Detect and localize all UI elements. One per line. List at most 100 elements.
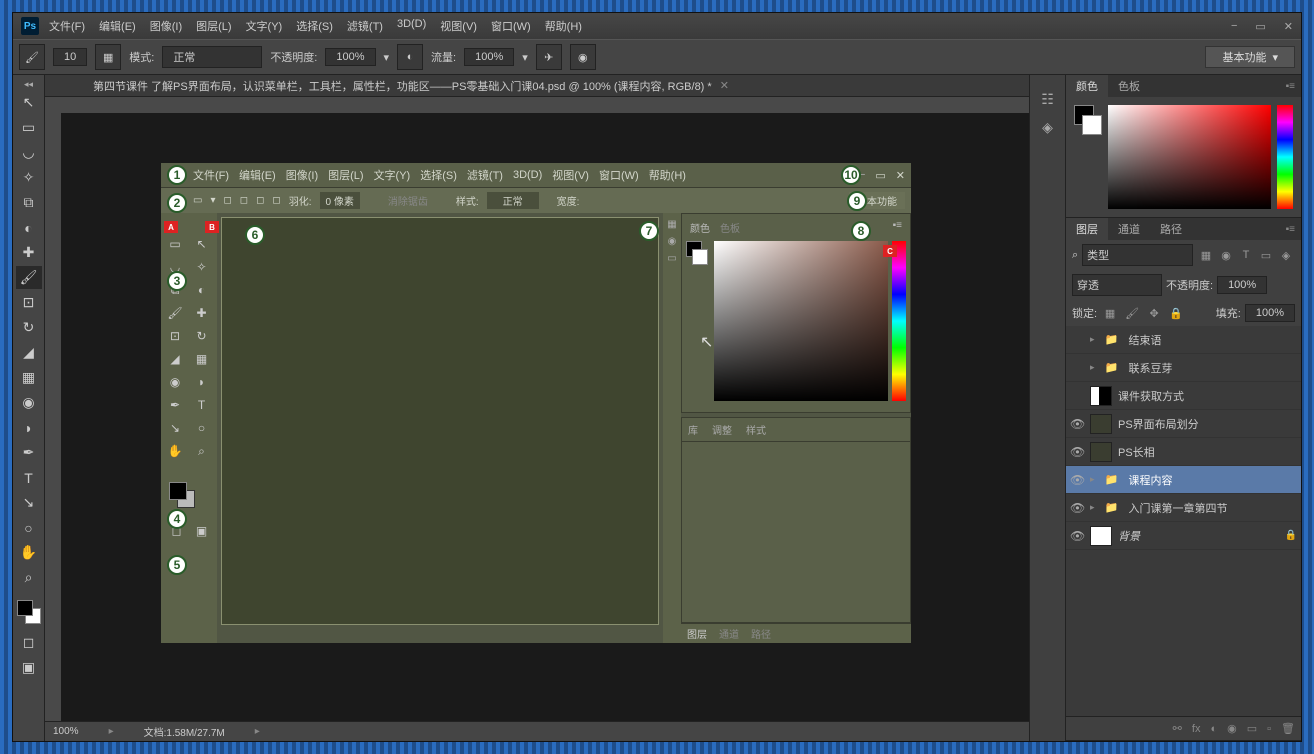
swatches-tab[interactable]: 色板 (1108, 75, 1150, 97)
type-tool[interactable]: T (16, 466, 42, 489)
brush-tool[interactable]: 🖌 (16, 266, 42, 289)
dodge-tool[interactable]: ◗ (16, 416, 42, 439)
menu-layer[interactable]: 图层(L) (196, 18, 231, 34)
tab-close-icon[interactable]: ✕ (720, 79, 729, 92)
quick-mask-icon[interactable]: ◻ (16, 631, 42, 654)
healing-tool[interactable]: ✚ (16, 241, 42, 264)
channels-tab[interactable]: 通道 (1108, 218, 1150, 240)
layer-row[interactable]: 课件获取方式 (1066, 382, 1301, 410)
opacity-arrow-icon[interactable]: ▾ (384, 51, 390, 64)
shape-tool[interactable]: ○ (16, 516, 42, 539)
path-select-tool[interactable]: ↘ (16, 491, 42, 514)
filter-adj-icon[interactable]: ◉ (1217, 247, 1235, 263)
history-icon[interactable]: ☷ (1034, 87, 1062, 111)
filter-text-icon[interactable]: T (1237, 247, 1255, 263)
brush-preset-icon[interactable]: ▦ (95, 44, 121, 70)
new-layer-icon[interactable]: ▫ (1267, 723, 1271, 735)
layer-row[interactable]: 👁 背景 🔒 (1066, 522, 1301, 550)
layer-row[interactable]: ▸ 📁 结束语 (1066, 326, 1301, 354)
menu-help[interactable]: 帮助(H) (545, 18, 582, 34)
eyedropper-tool[interactable]: ◐ (16, 216, 42, 239)
lasso-tool[interactable]: ◡ (16, 141, 42, 164)
blend-mode[interactable]: 穿透 (1072, 274, 1162, 296)
menu-3d[interactable]: 3D(D) (397, 18, 426, 34)
zoom-tool[interactable]: ⌕ (16, 566, 42, 589)
airbrush-icon[interactable]: ✈ (536, 44, 562, 70)
visibility-icon[interactable]: 👁 (1070, 501, 1084, 515)
screen-mode-icon[interactable]: ▣ (16, 656, 42, 679)
pen-tool[interactable]: ✒ (16, 441, 42, 464)
menu-type[interactable]: 文字(Y) (246, 18, 283, 34)
color-field[interactable] (1108, 105, 1271, 209)
color-tab[interactable]: 颜色 (1066, 75, 1108, 97)
menu-image[interactable]: 图像(I) (150, 18, 182, 34)
filter-select[interactable]: 类型 (1082, 244, 1193, 266)
flow-field[interactable]: 100% (464, 48, 514, 66)
visibility-icon[interactable]: 👁 (1070, 445, 1084, 459)
color-swatches[interactable] (13, 598, 44, 630)
zoom-level[interactable]: 100% (53, 726, 79, 737)
marquee-tool[interactable]: ▭ (16, 116, 42, 139)
bg-color[interactable] (1082, 115, 1102, 135)
layers-tab[interactable]: 图层 (1066, 218, 1108, 240)
hue-slider[interactable] (1277, 105, 1293, 209)
blend-mode-select[interactable]: 正常 (162, 46, 262, 68)
mask-icon[interactable]: ◐ (1210, 723, 1217, 735)
flow-arrow-icon[interactable]: ▾ (522, 51, 528, 64)
group-icon[interactable]: ▭ (1247, 722, 1257, 735)
adj-icon[interactable]: ◉ (1227, 722, 1237, 735)
visibility-icon[interactable]: 👁 (1070, 529, 1084, 543)
lock-move-icon[interactable]: ✥ (1145, 305, 1163, 321)
menu-select[interactable]: 选择(S) (296, 18, 333, 34)
brush-tool-icon[interactable]: 🖌 (19, 44, 45, 70)
stamp-tool[interactable]: ⊡ (16, 291, 42, 314)
fg-color-swatch[interactable] (17, 600, 33, 616)
layer-row[interactable]: ▸ 📁 联系豆芽 (1066, 354, 1301, 382)
hand-tool[interactable]: ✋ (16, 541, 42, 564)
menu-edit[interactable]: 编辑(E) (99, 18, 136, 34)
maximize-icon[interactable]: ▭ (1255, 20, 1265, 33)
opacity-field[interactable]: 100% (325, 48, 375, 66)
visibility-icon[interactable]: 👁 (1070, 473, 1084, 487)
layer-row[interactable]: 👁 PS界面布局划分 (1066, 410, 1301, 438)
visibility-icon[interactable]: 👁 (1070, 417, 1084, 431)
brush-size[interactable]: 10 (53, 48, 87, 66)
trash-icon[interactable]: 🗑 (1281, 722, 1295, 735)
eraser-tool[interactable]: ◢ (16, 341, 42, 364)
link-icon[interactable]: ⚯ (1173, 722, 1182, 735)
gradient-tool[interactable]: ▦ (16, 366, 42, 389)
blur-tool[interactable]: ◉ (16, 391, 42, 414)
layer-row[interactable]: 👁 PS长相 (1066, 438, 1301, 466)
paths-tab[interactable]: 路径 (1150, 218, 1192, 240)
canvas[interactable]: 1 2 3 4 5 6 7 8 9 10 A B C (61, 113, 1029, 721)
layer-opacity[interactable]: 100% (1217, 276, 1267, 294)
properties-icon[interactable]: ◈ (1034, 115, 1062, 139)
filter-shape-icon[interactable]: ▭ (1257, 247, 1275, 263)
menu-file[interactable]: 文件(F) (49, 18, 85, 34)
pressure-size-icon[interactable]: ◉ (570, 44, 596, 70)
workspace-selector[interactable]: 基本功能▾ (1205, 46, 1295, 68)
lock-all-icon[interactable]: 🔒 (1167, 305, 1185, 321)
layer-row[interactable]: 👁 ▸ 📁 入门课第一章第四节 (1066, 494, 1301, 522)
filter-pixel-icon[interactable]: ▦ (1197, 247, 1215, 263)
move-tool[interactable]: ↖ (16, 91, 42, 114)
lock-brush-icon[interactable]: 🖌 (1123, 305, 1141, 321)
layer-row[interactable]: 👁 ▸ 📁 课程内容 (1066, 466, 1301, 494)
history-brush-tool[interactable]: ↻ (16, 316, 42, 339)
menu-filter[interactable]: 滤镜(T) (347, 18, 383, 34)
panel-menu-icon[interactable]: ▪≡ (1280, 81, 1301, 92)
layers-menu-icon[interactable]: ▪≡ (1280, 224, 1301, 235)
crop-tool[interactable]: ⧉ (16, 191, 42, 214)
pressure-opacity-icon[interactable]: ◐ (397, 44, 423, 70)
minimize-icon[interactable]: − (1231, 20, 1237, 33)
filter-smart-icon[interactable]: ◈ (1277, 247, 1295, 263)
magic-wand-tool[interactable]: ✧ (16, 166, 42, 189)
close-icon[interactable]: ✕ (1284, 20, 1293, 33)
menu-window[interactable]: 窗口(W) (491, 18, 531, 34)
document-tab[interactable]: 第四节课件 了解PS界面布局，认识菜单栏，工具栏，属性栏，功能区——PS零基础入… (93, 78, 712, 94)
inner-screenshot: 1 2 3 4 5 6 7 8 9 10 A B C (161, 163, 911, 643)
fill-field[interactable]: 100% (1245, 304, 1295, 322)
lock-pixels-icon[interactable]: ▦ (1101, 305, 1119, 321)
fx-icon[interactable]: fx (1192, 723, 1201, 735)
menu-view[interactable]: 视图(V) (440, 18, 477, 34)
